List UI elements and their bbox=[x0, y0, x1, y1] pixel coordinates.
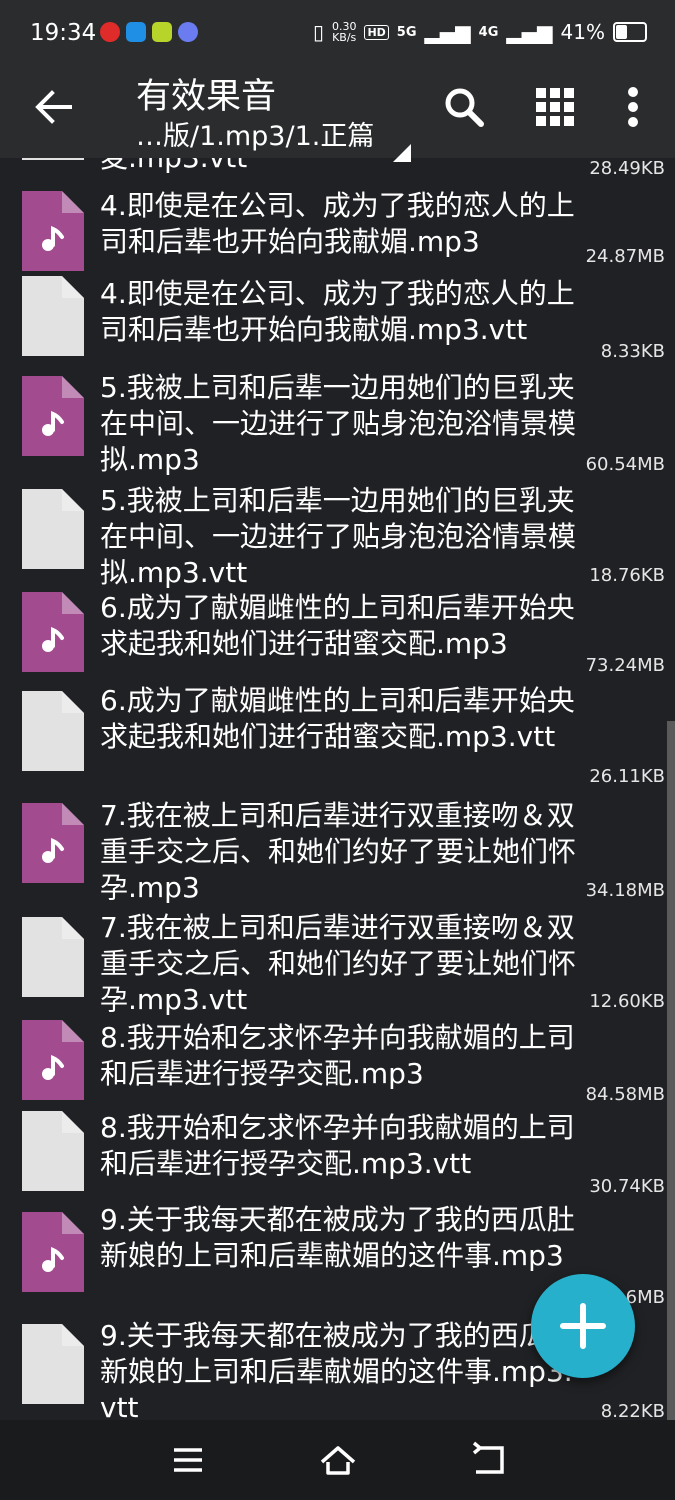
notification-icons bbox=[100, 22, 198, 42]
status-indicators: ▯ 0.30 KB/s HD 5G ▂▄▆ 4G ▂▄▆ 41% bbox=[313, 20, 647, 44]
audio-file-icon bbox=[22, 803, 84, 883]
file-icon bbox=[22, 1324, 84, 1404]
hd-badge: HD bbox=[364, 24, 389, 40]
file-name: 5.我被上司和后辈一边用她们的巨乳夹在中间、一边进行了贴身泡泡浴情景模拟.mp3 bbox=[100, 371, 577, 476]
file-name: 4.即使是在公司、成为了我的恋人的上司和后辈也开始向我献媚.mp3.vtt bbox=[100, 277, 575, 346]
status-time: 19:34 bbox=[30, 20, 97, 46]
file-name: 9.关于我每天都在被成为了我的西瓜肚新娘的上司和后辈献媚的这件事.mp3 bbox=[100, 1203, 575, 1272]
file-icon bbox=[22, 691, 84, 771]
game-app-icon bbox=[152, 22, 172, 42]
audio-file-icon bbox=[22, 1212, 84, 1292]
file-icon bbox=[22, 489, 84, 569]
more-options-icon[interactable] bbox=[612, 86, 654, 128]
file-name: 9.关于我每天都在被成为了我的西瓜肚新娘的上司和后辈献媚的这件事.mp3.vtt bbox=[100, 1319, 575, 1420]
file-icon bbox=[22, 1111, 84, 1191]
file-icon bbox=[22, 276, 84, 356]
file-size: 26.11KB bbox=[589, 766, 665, 787]
file-name: 5.我被上司和后辈一边用她们的巨乳夹在中间、一边进行了贴身泡泡浴情景模拟.mp3… bbox=[100, 484, 577, 589]
file-name: 6.成为了献媚雌性的上司和后辈开始央求起我和她们进行甜蜜交配.mp3 bbox=[100, 591, 575, 660]
file-size: 30.74KB bbox=[589, 1176, 665, 1197]
battery-icon bbox=[613, 22, 647, 42]
file-size: 84.58MB bbox=[585, 1084, 665, 1105]
home-icon[interactable] bbox=[318, 1440, 358, 1480]
scrollbar[interactable] bbox=[667, 721, 675, 1420]
file-size: 12.60KB bbox=[589, 991, 665, 1012]
signal-bars-icon: ▂▄▆ bbox=[424, 20, 471, 44]
list-item-partial[interactable]: 麦.mp3.vtt 28.49KB bbox=[0, 158, 675, 179]
status-bar: 19:34 ▯ 0.30 KB/s HD 5G ▂▄▆ 4G ▂▄▆ 41% bbox=[0, 0, 675, 66]
file-name: 麦.mp3.vtt bbox=[100, 158, 582, 176]
file-icon bbox=[22, 158, 84, 160]
grid-view-icon[interactable] bbox=[534, 86, 576, 128]
file-list[interactable]: 麦.mp3.vtt 28.49KB 4.即使是在公司、成为了我的恋人的上司和后辈… bbox=[0, 158, 675, 1420]
file-size: 60.54MB bbox=[585, 454, 665, 475]
app-toolbar: 有效果音 …版/1.mp3/1.正篇 bbox=[0, 66, 675, 162]
signal-5g-label: 5G bbox=[396, 24, 417, 40]
system-nav-bar bbox=[0, 1420, 675, 1500]
net-speed-unit: KB/s bbox=[332, 31, 357, 44]
file-size: 18.76KB bbox=[589, 565, 665, 586]
file-name: 7.我在被上司和后辈进行双重接吻＆双重手交之后、和她们约好了要让她们怀孕.mp3 bbox=[100, 799, 577, 904]
audio-file-icon bbox=[22, 592, 84, 672]
file-size: 28.49KB bbox=[589, 158, 665, 179]
audio-file-icon bbox=[22, 1020, 84, 1100]
file-size: 34.18MB bbox=[585, 880, 665, 901]
audio-file-icon bbox=[22, 191, 84, 271]
file-name: 8.我开始和乞求怀孕并向我献媚的上司和后辈进行授孕交配.mp3 bbox=[100, 1021, 575, 1090]
file-size: 73.24MB bbox=[585, 655, 665, 676]
signal-bars-icon-2: ▂▄▆ bbox=[506, 20, 553, 44]
file-size: 8.22KB bbox=[600, 1401, 665, 1420]
back-arrow-icon[interactable] bbox=[30, 84, 76, 130]
folder-title: 有效果音 bbox=[136, 77, 277, 117]
netease-music-icon bbox=[100, 22, 120, 42]
bilibili-icon bbox=[126, 22, 146, 42]
file-icon bbox=[22, 917, 84, 997]
plus-icon bbox=[560, 1303, 606, 1349]
menu-icon[interactable] bbox=[168, 1440, 208, 1480]
net-speed: 0.30 KB/s bbox=[332, 21, 357, 43]
file-size: 8.33KB bbox=[600, 341, 665, 362]
audio-file-icon bbox=[22, 376, 84, 456]
back-nav-icon[interactable] bbox=[468, 1440, 508, 1480]
battery-percent: 41% bbox=[560, 20, 605, 44]
file-name: 8.我开始和乞求怀孕并向我献媚的上司和后辈进行授孕交配.mp3.vtt bbox=[100, 1111, 575, 1180]
file-size: 24.87MB bbox=[585, 246, 665, 267]
file-name: 7.我在被上司和后辈进行双重接吻＆双重手交之后、和她们约好了要让她们怀孕.mp3… bbox=[100, 911, 577, 1016]
flower-app-icon bbox=[178, 22, 198, 42]
folder-path[interactable]: …版/1.mp3/1.正篇 bbox=[136, 114, 374, 153]
file-name: 4.即使是在公司、成为了我的恋人的上司和后辈也开始向我献媚.mp3 bbox=[100, 189, 575, 258]
vibrate-icon: ▯ bbox=[312, 20, 324, 44]
add-button[interactable] bbox=[531, 1274, 635, 1378]
search-icon[interactable] bbox=[443, 86, 485, 128]
file-name: 6.成为了献媚雌性的上司和后辈开始央求起我和她们进行甜蜜交配.mp3.vtt bbox=[100, 684, 575, 753]
signal-4g-label: 4G bbox=[478, 24, 499, 40]
